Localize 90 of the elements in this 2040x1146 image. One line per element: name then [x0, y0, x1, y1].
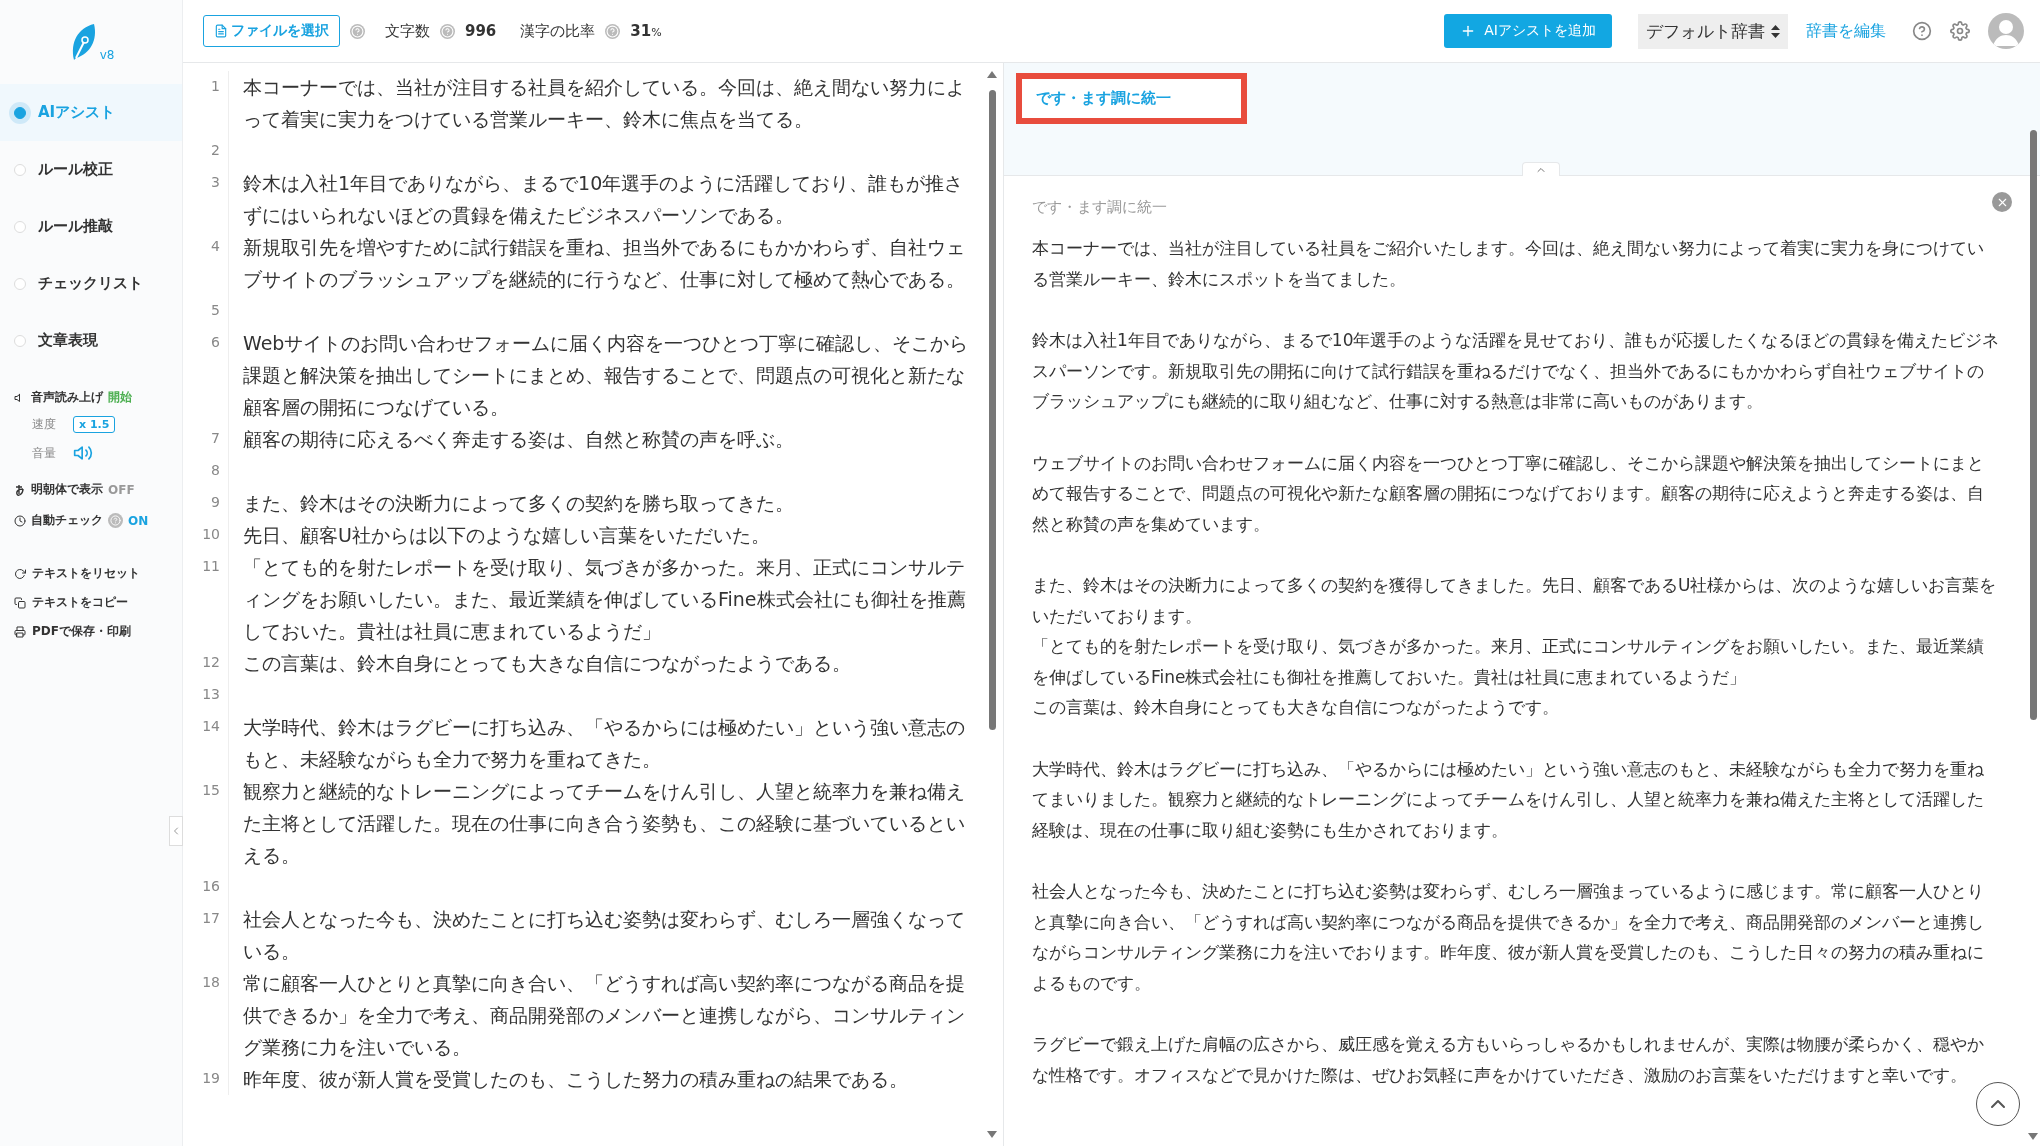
help-icon[interactable]	[350, 23, 365, 39]
assist-tab[interactable]: です・ます調に統一	[1016, 73, 1247, 124]
line-number: 12	[183, 647, 229, 679]
sidebar-action[interactable]: テキストをリセット	[14, 565, 168, 582]
sidebar-action[interactable]: テキストをコピー	[14, 594, 168, 611]
editor-text-line: この言葉は、鈴木自身にとっても大きな自信につながったようである。	[243, 651, 852, 676]
speed-button[interactable]: x 1.5	[73, 416, 116, 433]
copy-icon	[14, 596, 26, 609]
edit-dictionary-link[interactable]: 辞書を編集	[1806, 20, 1886, 42]
line-number: 3	[183, 167, 229, 231]
version-label: v8	[99, 48, 115, 62]
help-icon[interactable]	[605, 23, 621, 39]
speech-label: 音声読み上げ	[31, 389, 103, 406]
sidebar-action[interactable]: PDFで保存・印刷	[14, 623, 168, 640]
volume-label: 音量	[32, 444, 56, 462]
line-number: 14	[183, 711, 229, 775]
toggle-label: 自動チェック	[31, 512, 103, 529]
result-paragraph: この言葉は、鈴木自身にとっても大きな自信につながったようです。	[1032, 696, 1560, 719]
line-number: 6	[183, 327, 229, 423]
line-number: 9	[183, 487, 229, 519]
add-ai-assist-button[interactable]: AIアシストを追加	[1444, 14, 1612, 48]
result-paragraph: ラグビーで鍛え上げた肩幅の広さから、威圧感を覚える方もいらっしゃるかもしれませんが、実際は物腰が柔らかく、穏やかな性格です。オフィスなどで見かけた際は、ぜひお気軽に声をかけていただき、激励のお言葉をいただけますと幸いです。	[1032, 1033, 1985, 1087]
collapse-panel-button[interactable]	[1522, 162, 1560, 176]
line-number: 15	[183, 775, 229, 871]
line-number: 13	[183, 679, 229, 711]
scrollbar[interactable]	[987, 71, 997, 1138]
reset-icon	[14, 567, 26, 580]
editor-text-line: 新規取引先を増やすために試行錯誤を重ね、担当外であるにもかかわらず、自社ウェブサイトのブラッシュアップを継続的に行うなど、仕事に対して極めて熱心である。	[243, 235, 966, 292]
editor-text-line: 観察力と継続的なトレーニングによってチームをけん引し、人望と統率力を兼ね備えた主将として活躍した。現在の仕事に向き合う姿勢も、この経験に基づいているといえる。	[243, 779, 966, 868]
help-icon[interactable]	[108, 513, 123, 528]
toggle-switch[interactable]: OFF	[108, 482, 135, 497]
result-paragraph: 鈴木は入社1年目でありながら、まるで10年選手のような活躍を見せており、誰もが応援したくなるほどの貫録を備えたビジネスパーソンです。新規取引先の開拓に向けて試行錯誤を重ねるだけでなく、担当外であるにもかかわらず自社ウェブサイトのブラッシュアップにも継続的に取り組むなど、仕事に対する熱意は非常に高いものがあります。	[1032, 329, 2000, 413]
printer-icon	[14, 625, 26, 638]
close-button[interactable]	[1992, 192, 2012, 212]
result-paragraph: 社会人となった今も、決めたことに打ち込む姿勢は変わらず、むしろ一層強まっているように感じます。常に顧客一人ひとりと真摯に向き合い、「どうすれば高い契約率につながる商品を提供できるか」を全力で考え、商品開発部のメンバーと連携しながらコンサルティング業務に力を注いでおります。昨年度、彼が新人賞を受賞したのも、こうした日々の努力の積み重ねによるものです。	[1032, 880, 1985, 995]
char-count-label: 文字数	[385, 21, 430, 41]
editor-text-line: 社会人となった今も、決めたことに打ち込む姿勢は変わらず、むしろ一層強くなっている。	[243, 907, 966, 964]
result-paragraph: 大学時代、鈴木はラグビーに打ち込み、「やるからには極めたい」という強い意志のもと、未経験ながらも全力で努力を重ねてまいりました。観察力と継続的なトレーニングによってチームをけん引し、人望と統率力を兼ね備えた主将として活躍した経験は、現在の仕事に取り組む姿勢にも生かされております。	[1032, 757, 1985, 842]
result-paragraph: 本コーナーでは、当社が注目している社員をご紹介いたします。今回は、絶え間ない努力によって着実に実力を身につけている営業ルーキー、鈴木にスポットを当てました。	[1032, 237, 1985, 291]
editor-text-line: 大学時代、鈴木はラグビーに打ち込み、「やるからには極めたい」という強い意志のもと、未経験ながらも全力で努力を重ねてきた。	[243, 715, 966, 772]
result-paragraph: 「とても的を射たレポートを受け取り、気づきが多かった。来月、正式にコンサルティングをお願いしたい。また、最近業績を伸ばしているFine株式会社にも御社を推薦しておいた。貴社は社員に恵まれているようだ」	[1032, 635, 1985, 689]
toggle-label: 明朝体で表示	[31, 481, 103, 498]
help-icon[interactable]	[440, 23, 455, 39]
file-icon	[214, 24, 228, 38]
kanji-ratio-value: 31%	[630, 22, 662, 40]
editor-text-line: 「とても的を射たレポートを受け取り、気づきが多かった。来月、正式にコンサルティングをお願いしたい。また、最近業績を伸ばしているFine株式会社にも御社を推薦しておいた。貴社は社員に恵まれているようだ」	[243, 555, 967, 644]
line-number: 18	[183, 967, 229, 1063]
mode-item[interactable]: ルール推敲	[0, 198, 182, 255]
editor-text-line: また、鈴木はその決断力によって多くの契約を勝ち取ってきた。	[243, 491, 795, 516]
char-count-value: 996	[465, 22, 497, 40]
line-number: 8	[183, 455, 229, 487]
mode-item[interactable]: ルール校正	[0, 141, 182, 198]
scroll-to-top-button[interactable]	[1976, 1082, 2020, 1126]
settings-icon[interactable]	[1950, 21, 1970, 41]
line-number: 2	[183, 135, 229, 167]
result-paragraph: ウェブサイトのお問い合わせフォームに届く内容を一つひとつ丁寧に確認し、そこから課題や解決策を抽出してシートにまとめて報告することで、問題点の可視化や新たな顧客層の開拓につなげております。顧客の期待に応えようと奔走する姿は、自然と称賛の声を集めています。	[1032, 451, 1985, 536]
mode-item[interactable]: チェックリスト	[0, 255, 182, 312]
toggle-switch[interactable]: ON	[128, 513, 149, 528]
speech-start-link[interactable]: 開始	[108, 389, 132, 406]
timer-icon	[14, 514, 26, 527]
editor-text-line: 昨年度、彼が新人賞を受賞したのも、こうした努力の積み重ねの結果である。	[243, 1067, 909, 1092]
editor-text-line: 先日、顧客U社からは以下のような嬉しい言葉をいただいた。	[243, 523, 771, 548]
speed-label: 速度	[32, 416, 56, 433]
editor-text-line: 顧客の期待に応えるべく奔走する姿は、自然と称賛の声を呼ぶ。	[243, 427, 795, 452]
line-number: 5	[183, 295, 229, 327]
line-number: 7	[183, 423, 229, 455]
mode-item[interactable]: AIアシスト	[0, 84, 182, 141]
dictionary-select[interactable]: デフォルト辞書	[1638, 13, 1788, 49]
volume-icon[interactable]	[73, 443, 93, 463]
editor-text-line: 本コーナーでは、当社が注目する社員を紹介している。今回は、絶え間ない努力によって着実に実力をつけている営業ルーキー、鈴木に焦点を当てる。	[243, 75, 966, 132]
collapse-button[interactable]	[169, 816, 183, 846]
file-select-button[interactable]: ファイルを選択	[203, 15, 340, 47]
kanji-ratio-label: 漢字の比率	[520, 21, 596, 41]
avatar-icon[interactable]	[1988, 13, 2024, 49]
line-number: 16	[183, 871, 229, 903]
line-number: 4	[183, 231, 229, 295]
line-number: 17	[183, 903, 229, 967]
line-number: 19	[183, 1063, 229, 1095]
up-down-caret-icon	[1771, 24, 1780, 38]
editor-text-line: 常に顧客一人ひとりと真摯に向き合い、「どうすれば高い契約率につながる商品を提供できるか」を全力で考え、商品開発部のメンバーと連携しながら、コンサルティング業務に力を注いでいる。	[243, 971, 966, 1060]
help-icon[interactable]	[1912, 21, 1932, 41]
letter-a-icon	[14, 483, 26, 496]
line-number: 11	[183, 551, 229, 647]
result-paragraph: また、鈴木はその決断力によって多くの契約を獲得してきました。先日、顧客であるU社様からは、次のような嬉しいお言葉をいただいております。	[1032, 574, 1998, 628]
mode-item[interactable]: 文章表現	[0, 312, 182, 369]
editor-text-line: 鈴木は入社1年目でありながら、まるで10年選手のように活躍しており、誰もが推さずにはいられないほどの貫録を備えたビジネスパーソンである。	[243, 171, 965, 228]
line-number: 10	[183, 519, 229, 551]
line-number: 1	[183, 71, 229, 135]
editor-text-line: Webサイトのお問い合わせフォームに届く内容を一つひとつ丁寧に確認し、そこから課題と解決策を抽出してシートにまとめ、報告することで、問題点の可視化と新たな顧客層の開拓につなげている。	[243, 331, 970, 420]
result-title: です・ます調に統一	[1032, 198, 1168, 217]
